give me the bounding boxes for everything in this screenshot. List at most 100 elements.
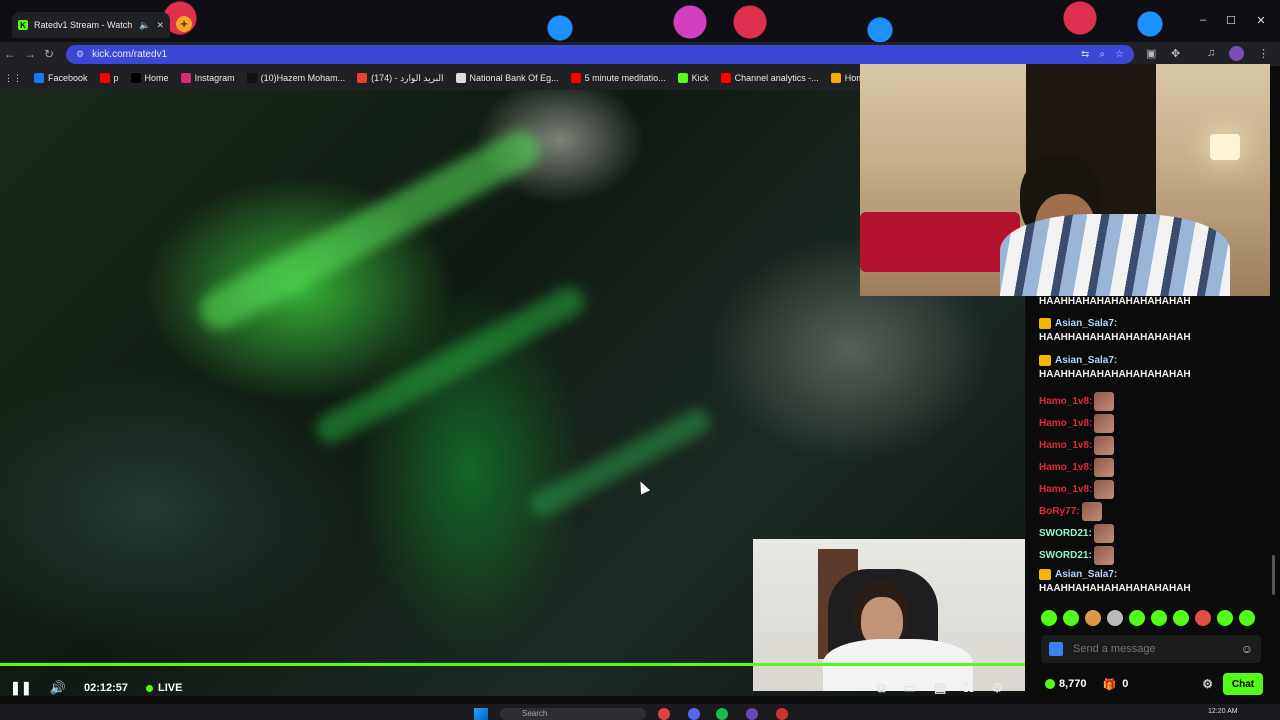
chat-username[interactable]: Hamo_1v8: — [1039, 418, 1092, 429]
chat-emote-icon — [1081, 502, 1102, 521]
bookmark-favicon-icon — [180, 73, 191, 83]
emote-icon[interactable] — [1151, 610, 1167, 626]
volume-icon[interactable]: 🔊 — [50, 680, 66, 696]
apps-icon[interactable]: ⋮⋮ — [4, 73, 22, 84]
bookmark-item[interactable]: Home — [130, 73, 169, 83]
translate-icon[interactable]: ⇆ — [1081, 49, 1089, 60]
site-info-icon[interactable]: ⚙ — [76, 49, 84, 60]
browser-tab[interactable]: K Ratedv1 Stream - Watch Li 🔈 ✕ — [12, 12, 170, 38]
fullscreen-icon[interactable]: ⛶ — [964, 680, 973, 696]
taskbar-app-icon[interactable] — [776, 708, 788, 720]
chat-message: Asian_Sala7: HAAHHAHAHAHAHAHAHAHAH — [1039, 318, 1191, 343]
taskbar-app-icon[interactable] — [658, 708, 670, 720]
forward-icon[interactable]: → — [24, 47, 36, 61]
emote-icon[interactable] — [1085, 610, 1101, 626]
emote-icon[interactable] — [1129, 610, 1145, 626]
emote-icon[interactable] — [1239, 610, 1255, 626]
media-icon[interactable]: ♫ — [1207, 47, 1215, 59]
crown-badge-icon — [1039, 569, 1051, 580]
chat-username-text: Hamo_1v8: — [1039, 418, 1093, 430]
chat-message: SWORD21: — [1039, 524, 1114, 543]
bookmark-favicon-icon — [455, 73, 466, 83]
profile-avatar[interactable] — [1229, 46, 1244, 61]
chat-message: BoRy77: — [1039, 502, 1102, 521]
close-window-icon[interactable]: ✕ — [1254, 14, 1268, 27]
emote-icon[interactable] — [1041, 610, 1057, 626]
chat-emote-icon — [1094, 414, 1115, 433]
chat-settings-icon[interactable]: ⚙ — [1202, 677, 1213, 691]
bookmark-star-icon[interactable]: ☆ — [1115, 49, 1124, 60]
bookmark-item[interactable]: p — [99, 73, 119, 83]
chat-username[interactable]: SWORD21: — [1039, 550, 1092, 561]
send-chat-button[interactable]: Chat — [1223, 673, 1263, 695]
new-tab-button[interactable]: + — [176, 16, 192, 32]
chat-username-text: SWORD21: — [1039, 528, 1092, 540]
bookmark-item[interactable]: 5 minute meditatio... — [570, 73, 666, 83]
chat-username-text: SWORD21: — [1039, 550, 1092, 562]
bookmark-item[interactable]: Instagram — [180, 73, 235, 83]
chat-message-text: HAAHHAHAHAHAHAHAHAHAH — [1039, 583, 1191, 594]
taskbar-discord-icon[interactable] — [688, 708, 700, 720]
chat-username[interactable]: Asian_Sala7: — [1039, 355, 1117, 366]
bookmark-item[interactable]: Channel analytics -... — [720, 73, 819, 83]
emote-icon[interactable] — [1195, 610, 1211, 626]
chat-username-text: Hamo_1v8: — [1039, 440, 1093, 452]
emote-icon[interactable] — [1217, 610, 1233, 626]
chat-username[interactable]: Hamo_1v8: — [1039, 440, 1092, 451]
settings-icon[interactable]: ⚙ — [991, 680, 1003, 696]
emote-icon[interactable] — [1063, 610, 1079, 626]
bookmark-item[interactable]: National Bank Of Eg... — [455, 73, 559, 83]
chat-username[interactable]: Asian_Sala7: — [1039, 569, 1117, 580]
bookmark-label: (10)Hazem Moham... — [260, 73, 346, 83]
bookmark-item[interactable]: Home - Google A... — [830, 73, 860, 83]
bookmark-item[interactable]: (174) - البريد الوارد — [357, 73, 444, 84]
reload-icon[interactable]: ↻ — [44, 47, 54, 61]
chat-scrollbar[interactable] — [1272, 555, 1275, 595]
maximize-icon[interactable]: ☐ — [1224, 14, 1238, 27]
chat-input-box: ☺ — [1041, 635, 1261, 663]
taskbar-search[interactable]: Search — [500, 708, 646, 720]
zoom-icon[interactable]: ⌕ — [1099, 49, 1105, 60]
url-field[interactable]: ⚙ kick.com/ratedv1 ⇆ ⌕ ☆ — [66, 45, 1134, 64]
theater-mode-icon[interactable]: ▤ — [934, 680, 946, 696]
chat-username[interactable]: SWORD21: — [1039, 528, 1092, 539]
channel-points[interactable]: 8,770 — [1045, 678, 1087, 690]
bookmark-label: Kick — [691, 73, 709, 83]
kick-command-icon[interactable] — [1049, 642, 1063, 656]
menu-icon[interactable]: ⋮ — [1258, 47, 1269, 60]
gift-counter[interactable]: 🎁 0 — [1103, 678, 1129, 691]
extension-icon[interactable]: ▣ — [1146, 47, 1156, 60]
pip-icon[interactable]: ▭ — [904, 680, 916, 696]
bookmark-item[interactable]: (10)Hazem Moham... — [246, 73, 346, 83]
progress-bar[interactable] — [0, 663, 1025, 666]
minimize-icon[interactable]: – — [1196, 14, 1210, 26]
emote-icon[interactable] — [1107, 610, 1123, 626]
close-tab-icon[interactable]: ✕ — [156, 20, 164, 31]
chat-username[interactable]: Asian_Sala7: — [1039, 318, 1117, 329]
emoji-picker-icon[interactable]: ☺ — [1241, 642, 1253, 656]
chat-username[interactable]: Hamo_1v8: — [1039, 396, 1092, 407]
chat-username[interactable]: Hamo_1v8: — [1039, 484, 1092, 495]
clip-icon[interactable]: ⧉ — [876, 680, 885, 696]
speaker-icon[interactable]: 🔈 — [139, 20, 150, 31]
taskbar-spotify-icon[interactable] — [716, 708, 728, 720]
bookmark-label: 5 minute meditatio... — [584, 73, 666, 83]
chat-username[interactable]: BoRy77: — [1039, 506, 1080, 517]
puzzle-icon[interactable]: ✥ — [1171, 47, 1180, 60]
chat-message: Asian_Sala7: HAAHHAHAHAHAHAHAHAHAH — [1039, 355, 1191, 380]
windows-start-icon[interactable] — [474, 708, 488, 720]
bookmark-item[interactable]: Kick — [677, 73, 709, 83]
chat-message-input[interactable] — [1073, 643, 1231, 655]
chat-username[interactable]: Hamo_1v8: — [1039, 462, 1092, 473]
pause-icon[interactable]: ❚❚ — [10, 680, 32, 696]
emote-icon[interactable] — [1173, 610, 1189, 626]
taskbar-app-icon[interactable] — [746, 708, 758, 720]
chat-username-text: Hamo_1v8: — [1039, 396, 1093, 408]
points-value: 8,770 — [1059, 678, 1087, 690]
bookmark-favicon-icon — [99, 73, 110, 83]
emote-quick-bar[interactable] — [1041, 610, 1261, 628]
gift-icon: 🎁 — [1102, 678, 1117, 691]
elapsed-time: 02:12:57 — [83, 682, 129, 694]
back-icon[interactable]: ← — [4, 47, 16, 61]
bookmark-item[interactable]: Facebook — [34, 73, 88, 83]
